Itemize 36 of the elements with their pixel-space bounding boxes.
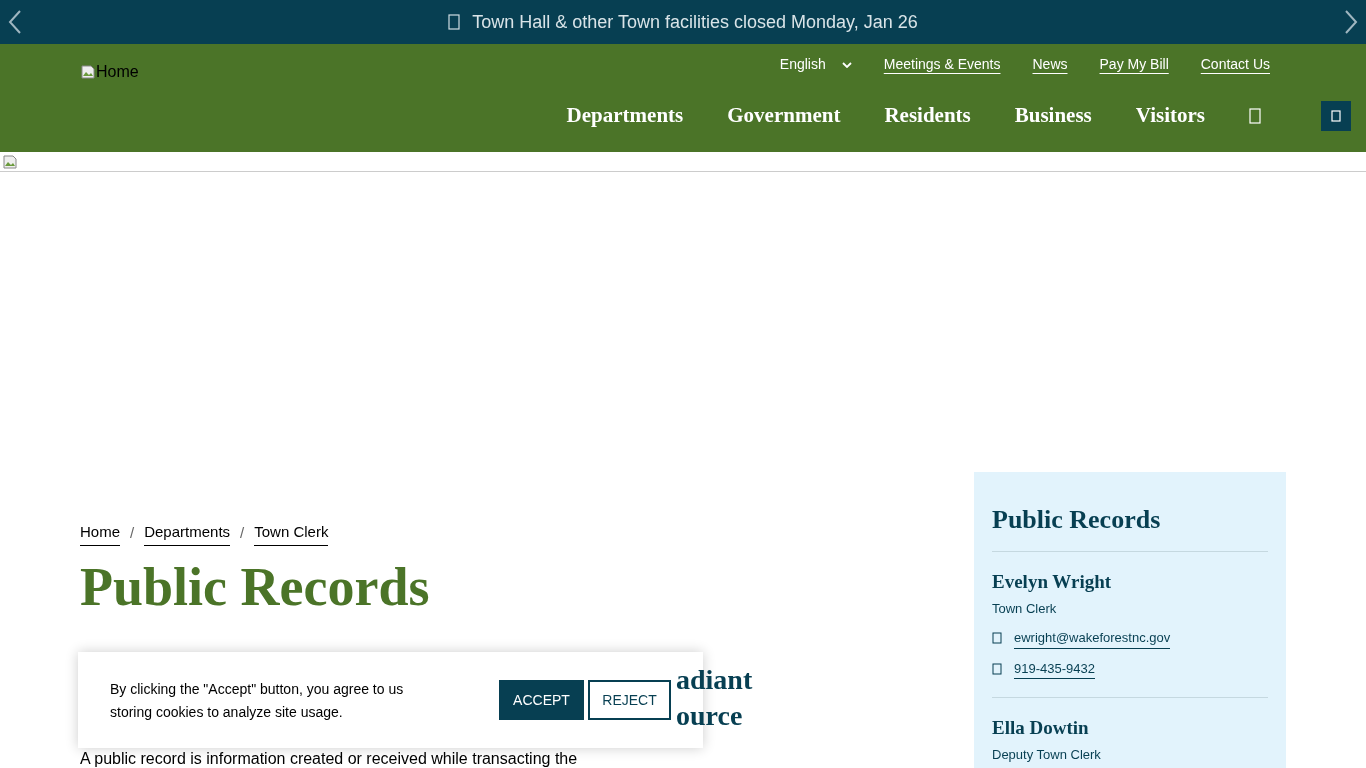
utility-link[interactable]: News [1032,54,1068,75]
contact-link[interactable]: 919-435-9432 [1014,658,1095,679]
main-nav-link[interactable]: Government [727,100,841,132]
breadcrumb-link[interactable]: Home [80,521,120,546]
main-nav-link[interactable]: Residents [884,100,971,132]
contact-name: Ella Dowtin [992,716,1090,740]
page-title: Public Records [80,559,430,614]
breadcrumb-link[interactable]: Town Clerk [254,521,329,546]
accept-button[interactable]: ACCEPT [499,680,584,720]
language-select[interactable]: English [779,54,852,75]
main-nav-link[interactable]: Business [1014,100,1092,132]
contact-link[interactable]: ewright@wakeforestnc.gov [1014,628,1171,649]
contact-role: Deputy Town Clerk [992,745,1102,764]
contact-name: Evelyn Wright [992,570,1113,594]
utility-link[interactable]: Meetings & Events [883,54,1001,75]
main-nav-link[interactable]: Visitors [1135,100,1205,132]
utility-link[interactable]: Pay My Bill [1099,54,1169,75]
home-logo-link[interactable]: Home [80,60,139,84]
broken-image-icon [80,64,96,80]
contact-role: Town Clerk [992,599,1058,618]
main-nav-link[interactable]: Departments [566,100,684,132]
sidebar-title: Public Records [992,500,1268,552]
alert-link[interactable]: Town Hall & other Town facilities closed Monday, Jan 26 [472,8,918,36]
broken-image-icon [2,154,18,170]
cookie-message: By clicking the "Accept" button, you agree to us storing cookies to analyze site usage. [110,680,405,722]
breadcrumb-separator: / [130,523,135,543]
body-paragraph: A public record is information created or received while transacting the [80,750,578,768]
breadcrumb-separator: / [240,523,245,543]
reject-button[interactable]: REJECT [588,680,671,720]
breadcrumb-link[interactable]: Departments [144,521,231,546]
utility-link[interactable]: Contact Us [1200,54,1270,75]
chevron-down-icon [841,61,852,68]
menu-button[interactable] [1321,100,1351,131]
next-arrow-icon[interactable] [1344,9,1358,35]
section-heading: adiant ource [676,663,753,733]
previous-arrow-icon[interactable] [8,9,22,35]
